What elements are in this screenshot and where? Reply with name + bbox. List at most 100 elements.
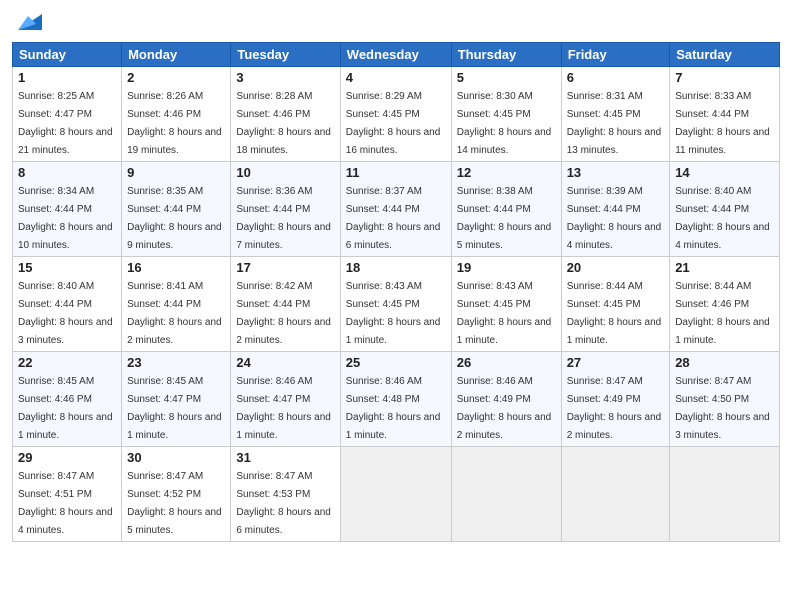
- calendar-cell: 10 Sunrise: 8:36 AMSunset: 4:44 PMDaylig…: [231, 162, 340, 257]
- day-info: Sunrise: 8:47 AMSunset: 4:51 PMDaylight:…: [18, 471, 113, 536]
- header: [12, 10, 780, 34]
- calendar-week: 22 Sunrise: 8:45 AMSunset: 4:46 PMDaylig…: [13, 352, 780, 447]
- day-info: Sunrise: 8:47 AMSunset: 4:53 PMDaylight:…: [236, 471, 331, 536]
- day-info: Sunrise: 8:33 AMSunset: 4:44 PMDaylight:…: [675, 91, 770, 156]
- day-info: Sunrise: 8:42 AMSunset: 4:44 PMDaylight:…: [236, 281, 331, 346]
- day-number: 12: [457, 165, 556, 180]
- day-info: Sunrise: 8:25 AMSunset: 4:47 PMDaylight:…: [18, 91, 113, 156]
- day-info: Sunrise: 8:40 AMSunset: 4:44 PMDaylight:…: [18, 281, 113, 346]
- day-header: Sunday: [13, 43, 122, 67]
- day-number: 15: [18, 260, 116, 275]
- day-header: Monday: [122, 43, 231, 67]
- day-header: Friday: [561, 43, 670, 67]
- day-number: 7: [675, 70, 774, 85]
- day-header: Wednesday: [340, 43, 451, 67]
- day-info: Sunrise: 8:26 AMSunset: 4:46 PMDaylight:…: [127, 91, 222, 156]
- day-number: 24: [236, 355, 334, 370]
- calendar-cell: 1 Sunrise: 8:25 AMSunset: 4:47 PMDayligh…: [13, 67, 122, 162]
- day-info: Sunrise: 8:47 AMSunset: 4:50 PMDaylight:…: [675, 376, 770, 441]
- calendar-cell: 24 Sunrise: 8:46 AMSunset: 4:47 PMDaylig…: [231, 352, 340, 447]
- day-number: 9: [127, 165, 225, 180]
- calendar-cell: 30 Sunrise: 8:47 AMSunset: 4:52 PMDaylig…: [122, 447, 231, 542]
- day-info: Sunrise: 8:37 AMSunset: 4:44 PMDaylight:…: [346, 186, 441, 251]
- calendar-cell: 3 Sunrise: 8:28 AMSunset: 4:46 PMDayligh…: [231, 67, 340, 162]
- calendar-week: 29 Sunrise: 8:47 AMSunset: 4:51 PMDaylig…: [13, 447, 780, 542]
- calendar-cell: 16 Sunrise: 8:41 AMSunset: 4:44 PMDaylig…: [122, 257, 231, 352]
- day-number: 17: [236, 260, 334, 275]
- logo-icon: [14, 6, 42, 34]
- day-info: Sunrise: 8:34 AMSunset: 4:44 PMDaylight:…: [18, 186, 113, 251]
- day-info: Sunrise: 8:43 AMSunset: 4:45 PMDaylight:…: [457, 281, 552, 346]
- calendar-cell: 29 Sunrise: 8:47 AMSunset: 4:51 PMDaylig…: [13, 447, 122, 542]
- calendar-cell: [451, 447, 561, 542]
- page: SundayMondayTuesdayWednesdayThursdayFrid…: [0, 0, 792, 612]
- calendar-cell: 23 Sunrise: 8:45 AMSunset: 4:47 PMDaylig…: [122, 352, 231, 447]
- calendar-cell: 4 Sunrise: 8:29 AMSunset: 4:45 PMDayligh…: [340, 67, 451, 162]
- calendar: SundayMondayTuesdayWednesdayThursdayFrid…: [12, 42, 780, 542]
- day-info: Sunrise: 8:39 AMSunset: 4:44 PMDaylight:…: [567, 186, 662, 251]
- day-info: Sunrise: 8:35 AMSunset: 4:44 PMDaylight:…: [127, 186, 222, 251]
- day-number: 8: [18, 165, 116, 180]
- calendar-cell: 11 Sunrise: 8:37 AMSunset: 4:44 PMDaylig…: [340, 162, 451, 257]
- day-info: Sunrise: 8:36 AMSunset: 4:44 PMDaylight:…: [236, 186, 331, 251]
- day-header: Saturday: [670, 43, 780, 67]
- day-info: Sunrise: 8:45 AMSunset: 4:47 PMDaylight:…: [127, 376, 222, 441]
- day-number: 1: [18, 70, 116, 85]
- day-info: Sunrise: 8:47 AMSunset: 4:49 PMDaylight:…: [567, 376, 662, 441]
- calendar-cell: 25 Sunrise: 8:46 AMSunset: 4:48 PMDaylig…: [340, 352, 451, 447]
- day-info: Sunrise: 8:30 AMSunset: 4:45 PMDaylight:…: [457, 91, 552, 156]
- calendar-cell: 26 Sunrise: 8:46 AMSunset: 4:49 PMDaylig…: [451, 352, 561, 447]
- calendar-cell: 5 Sunrise: 8:30 AMSunset: 4:45 PMDayligh…: [451, 67, 561, 162]
- day-header: Thursday: [451, 43, 561, 67]
- day-info: Sunrise: 8:44 AMSunset: 4:46 PMDaylight:…: [675, 281, 770, 346]
- calendar-cell: 17 Sunrise: 8:42 AMSunset: 4:44 PMDaylig…: [231, 257, 340, 352]
- day-info: Sunrise: 8:28 AMSunset: 4:46 PMDaylight:…: [236, 91, 331, 156]
- calendar-cell: 28 Sunrise: 8:47 AMSunset: 4:50 PMDaylig…: [670, 352, 780, 447]
- day-info: Sunrise: 8:40 AMSunset: 4:44 PMDaylight:…: [675, 186, 770, 251]
- day-header-row: SundayMondayTuesdayWednesdayThursdayFrid…: [13, 43, 780, 67]
- day-number: 29: [18, 450, 116, 465]
- day-number: 18: [346, 260, 446, 275]
- day-number: 5: [457, 70, 556, 85]
- calendar-cell: 15 Sunrise: 8:40 AMSunset: 4:44 PMDaylig…: [13, 257, 122, 352]
- day-info: Sunrise: 8:43 AMSunset: 4:45 PMDaylight:…: [346, 281, 441, 346]
- day-number: 16: [127, 260, 225, 275]
- calendar-cell: 18 Sunrise: 8:43 AMSunset: 4:45 PMDaylig…: [340, 257, 451, 352]
- day-number: 2: [127, 70, 225, 85]
- day-header: Tuesday: [231, 43, 340, 67]
- day-info: Sunrise: 8:44 AMSunset: 4:45 PMDaylight:…: [567, 281, 662, 346]
- day-number: 6: [567, 70, 665, 85]
- day-info: Sunrise: 8:46 AMSunset: 4:47 PMDaylight:…: [236, 376, 331, 441]
- day-number: 26: [457, 355, 556, 370]
- calendar-cell: [561, 447, 670, 542]
- day-info: Sunrise: 8:45 AMSunset: 4:46 PMDaylight:…: [18, 376, 113, 441]
- day-number: 19: [457, 260, 556, 275]
- day-info: Sunrise: 8:46 AMSunset: 4:48 PMDaylight:…: [346, 376, 441, 441]
- calendar-cell: 14 Sunrise: 8:40 AMSunset: 4:44 PMDaylig…: [670, 162, 780, 257]
- calendar-week: 15 Sunrise: 8:40 AMSunset: 4:44 PMDaylig…: [13, 257, 780, 352]
- day-number: 10: [236, 165, 334, 180]
- calendar-cell: [670, 447, 780, 542]
- day-number: 27: [567, 355, 665, 370]
- day-info: Sunrise: 8:29 AMSunset: 4:45 PMDaylight:…: [346, 91, 441, 156]
- day-number: 22: [18, 355, 116, 370]
- calendar-cell: 21 Sunrise: 8:44 AMSunset: 4:46 PMDaylig…: [670, 257, 780, 352]
- calendar-cell: 6 Sunrise: 8:31 AMSunset: 4:45 PMDayligh…: [561, 67, 670, 162]
- calendar-cell: 2 Sunrise: 8:26 AMSunset: 4:46 PMDayligh…: [122, 67, 231, 162]
- calendar-cell: 8 Sunrise: 8:34 AMSunset: 4:44 PMDayligh…: [13, 162, 122, 257]
- logo: [12, 10, 42, 34]
- day-number: 28: [675, 355, 774, 370]
- day-number: 21: [675, 260, 774, 275]
- day-number: 30: [127, 450, 225, 465]
- day-number: 14: [675, 165, 774, 180]
- day-number: 3: [236, 70, 334, 85]
- day-number: 25: [346, 355, 446, 370]
- day-number: 20: [567, 260, 665, 275]
- day-number: 13: [567, 165, 665, 180]
- day-info: Sunrise: 8:41 AMSunset: 4:44 PMDaylight:…: [127, 281, 222, 346]
- day-info: Sunrise: 8:38 AMSunset: 4:44 PMDaylight:…: [457, 186, 552, 251]
- calendar-cell: 20 Sunrise: 8:44 AMSunset: 4:45 PMDaylig…: [561, 257, 670, 352]
- day-number: 23: [127, 355, 225, 370]
- calendar-cell: 22 Sunrise: 8:45 AMSunset: 4:46 PMDaylig…: [13, 352, 122, 447]
- day-number: 31: [236, 450, 334, 465]
